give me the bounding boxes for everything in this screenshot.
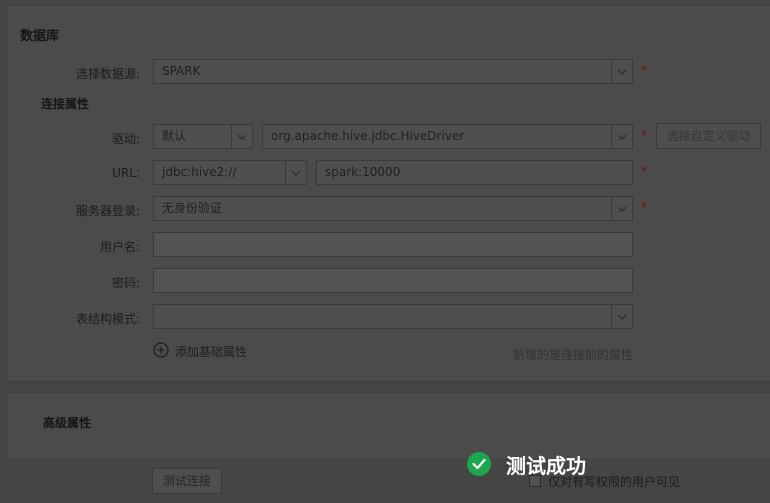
username-input[interactable] <box>153 232 633 257</box>
url-prefix-select[interactable]: jdbc:hive2:// <box>153 160 307 185</box>
check-circle-icon <box>467 452 491 476</box>
chevron-down-icon[interactable] <box>611 197 632 220</box>
required-mark: * <box>641 63 647 77</box>
server-login-label: 服务器登录: <box>75 204 140 218</box>
custom-driver-button[interactable]: 选择自定义驱动 <box>656 123 761 149</box>
driver-mode-value: 默认 <box>162 129 187 143</box>
datasource-select[interactable]: SPARK <box>153 59 633 84</box>
toast-message: 测试成功 <box>506 453 586 478</box>
advanced-panel <box>6 392 770 460</box>
chevron-down-icon[interactable] <box>611 125 632 148</box>
chevron-down-icon[interactable] <box>611 60 632 83</box>
required-mark: * <box>641 200 647 214</box>
plus-circle-icon <box>153 342 169 361</box>
driver-class-select[interactable]: org.apache.hive.jdbc.HiveDriver <box>262 124 633 149</box>
username-label: 用户名: <box>99 240 140 254</box>
add-property-button[interactable]: 添加基础属性 <box>153 342 247 361</box>
url-prefix-value: jdbc:hive2:// <box>162 165 237 179</box>
server-login-value: 无身份验证 <box>162 201 223 215</box>
url-host-value: spark:10000 <box>325 165 401 179</box>
add-property-hint: 新增的是连接前的属性 <box>513 348 634 362</box>
password-input[interactable] <box>153 268 633 293</box>
url-host-input[interactable]: spark:10000 <box>316 160 633 185</box>
driver-label: 驱动: <box>111 132 140 146</box>
database-section-title: 数据库 <box>20 29 60 44</box>
datasource-value: SPARK <box>162 64 201 78</box>
driver-class-value: org.apache.hive.jdbc.HiveDriver <box>271 129 465 143</box>
add-property-label: 添加基础属性 <box>175 345 248 359</box>
schema-label: 表结构模式: <box>75 312 140 326</box>
server-login-select[interactable]: 无身份验证 <box>153 196 633 221</box>
driver-mode-select[interactable]: 默认 <box>153 124 253 149</box>
advanced-properties-title: 高级属性 <box>43 416 92 430</box>
connection-properties-title: 连接属性 <box>41 97 90 111</box>
chevron-down-icon[interactable] <box>285 161 306 184</box>
required-mark: * <box>641 128 647 142</box>
chevron-down-icon[interactable] <box>611 305 632 328</box>
test-connection-button[interactable]: 测试连接 <box>152 468 222 494</box>
required-mark: * <box>641 164 647 178</box>
url-label: URL: <box>112 166 140 180</box>
password-label: 密码: <box>111 276 140 290</box>
schema-select[interactable] <box>153 304 633 329</box>
datasource-label: 选择数据源: <box>75 67 140 81</box>
success-toast: 测试成功 <box>467 450 586 478</box>
chevron-down-icon[interactable] <box>231 125 252 148</box>
